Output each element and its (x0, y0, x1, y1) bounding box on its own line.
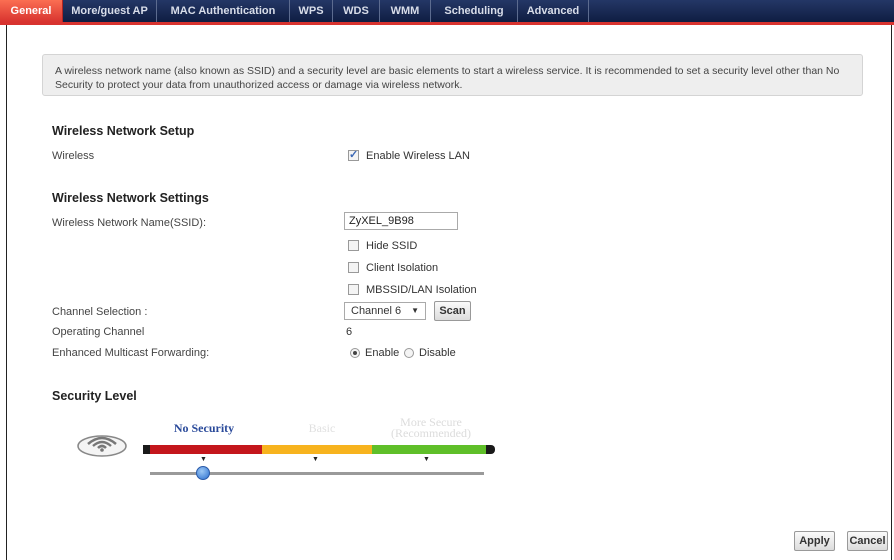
ssid-label: Wireless Network Name(SSID): (52, 217, 207, 229)
operating-channel-label: Operating Channel (52, 326, 145, 338)
channel-label: Channel Selection : (52, 306, 148, 318)
multicast-enable-radio[interactable] (350, 348, 360, 358)
enable-wlan-checkbox[interactable] (348, 148, 359, 161)
chevron-down-icon: ▼ (411, 306, 419, 315)
cancel-button[interactable]: Cancel (847, 531, 888, 551)
tab-scheduling[interactable]: Scheduling (431, 0, 518, 22)
tick-marker-icon: ▼ (200, 456, 207, 463)
settings-section-title: Wireless Network Settings (52, 191, 209, 205)
mbssid-isolation-checkbox[interactable] (348, 284, 359, 295)
security-bar-basic (262, 445, 372, 454)
apply-button[interactable]: Apply (794, 531, 835, 551)
security-bar-end (486, 445, 495, 454)
security-bar-more-secure (372, 445, 486, 454)
security-level-basic[interactable]: Basic (292, 422, 352, 434)
tab-more-guest-ap[interactable]: More/guest AP (63, 0, 157, 22)
enable-wlan-label: Enable Wireless LAN (366, 150, 470, 162)
tick-marker-icon: ▼ (312, 456, 319, 463)
setup-section-title: Wireless Network Setup (52, 124, 195, 138)
tick-marker-icon: ▼ (423, 456, 430, 463)
tab-bar: General More/guest AP MAC Authentication… (0, 0, 894, 25)
security-level-more-secure[interactable]: More Secure (Recommended) (372, 416, 490, 439)
tab-wmm[interactable]: WMM (380, 0, 431, 22)
operating-channel-value: 6 (346, 326, 353, 338)
multicast-disable-radio[interactable] (404, 348, 414, 358)
multicast-label: Enhanced Multicast Forwarding: (52, 347, 210, 359)
wireless-label: Wireless (52, 150, 95, 162)
client-isolation-label: Client Isolation (366, 262, 439, 274)
multicast-disable-label: Disable (419, 347, 456, 359)
tab-wps[interactable]: WPS (290, 0, 333, 22)
wireless-router-icon (77, 435, 127, 457)
security-slider-handle[interactable] (196, 466, 210, 480)
security-level-no-security[interactable]: No Security (160, 422, 248, 434)
tab-wds[interactable]: WDS (333, 0, 380, 22)
mbssid-isolation-label: MBSSID/LAN Isolation (366, 284, 477, 296)
tab-advanced[interactable]: Advanced (518, 0, 589, 22)
channel-select-value: Channel 6 (351, 305, 402, 317)
client-isolation-checkbox[interactable] (348, 262, 359, 273)
hide-ssid-checkbox[interactable] (348, 240, 359, 251)
multicast-enable-label: Enable (365, 347, 400, 359)
channel-select[interactable]: Channel 6 ▼ (344, 302, 426, 320)
ssid-input[interactable] (344, 212, 458, 230)
security-bar-no-security-fill (150, 445, 262, 454)
scan-button[interactable]: Scan (434, 301, 471, 321)
hide-ssid-label: Hide SSID (366, 240, 418, 252)
tab-mac-authentication[interactable]: MAC Authentication (157, 0, 290, 22)
security-section-title: Security Level (52, 389, 137, 403)
tab-general[interactable]: General (0, 0, 63, 22)
info-box: A wireless network name (also known as S… (42, 54, 863, 96)
